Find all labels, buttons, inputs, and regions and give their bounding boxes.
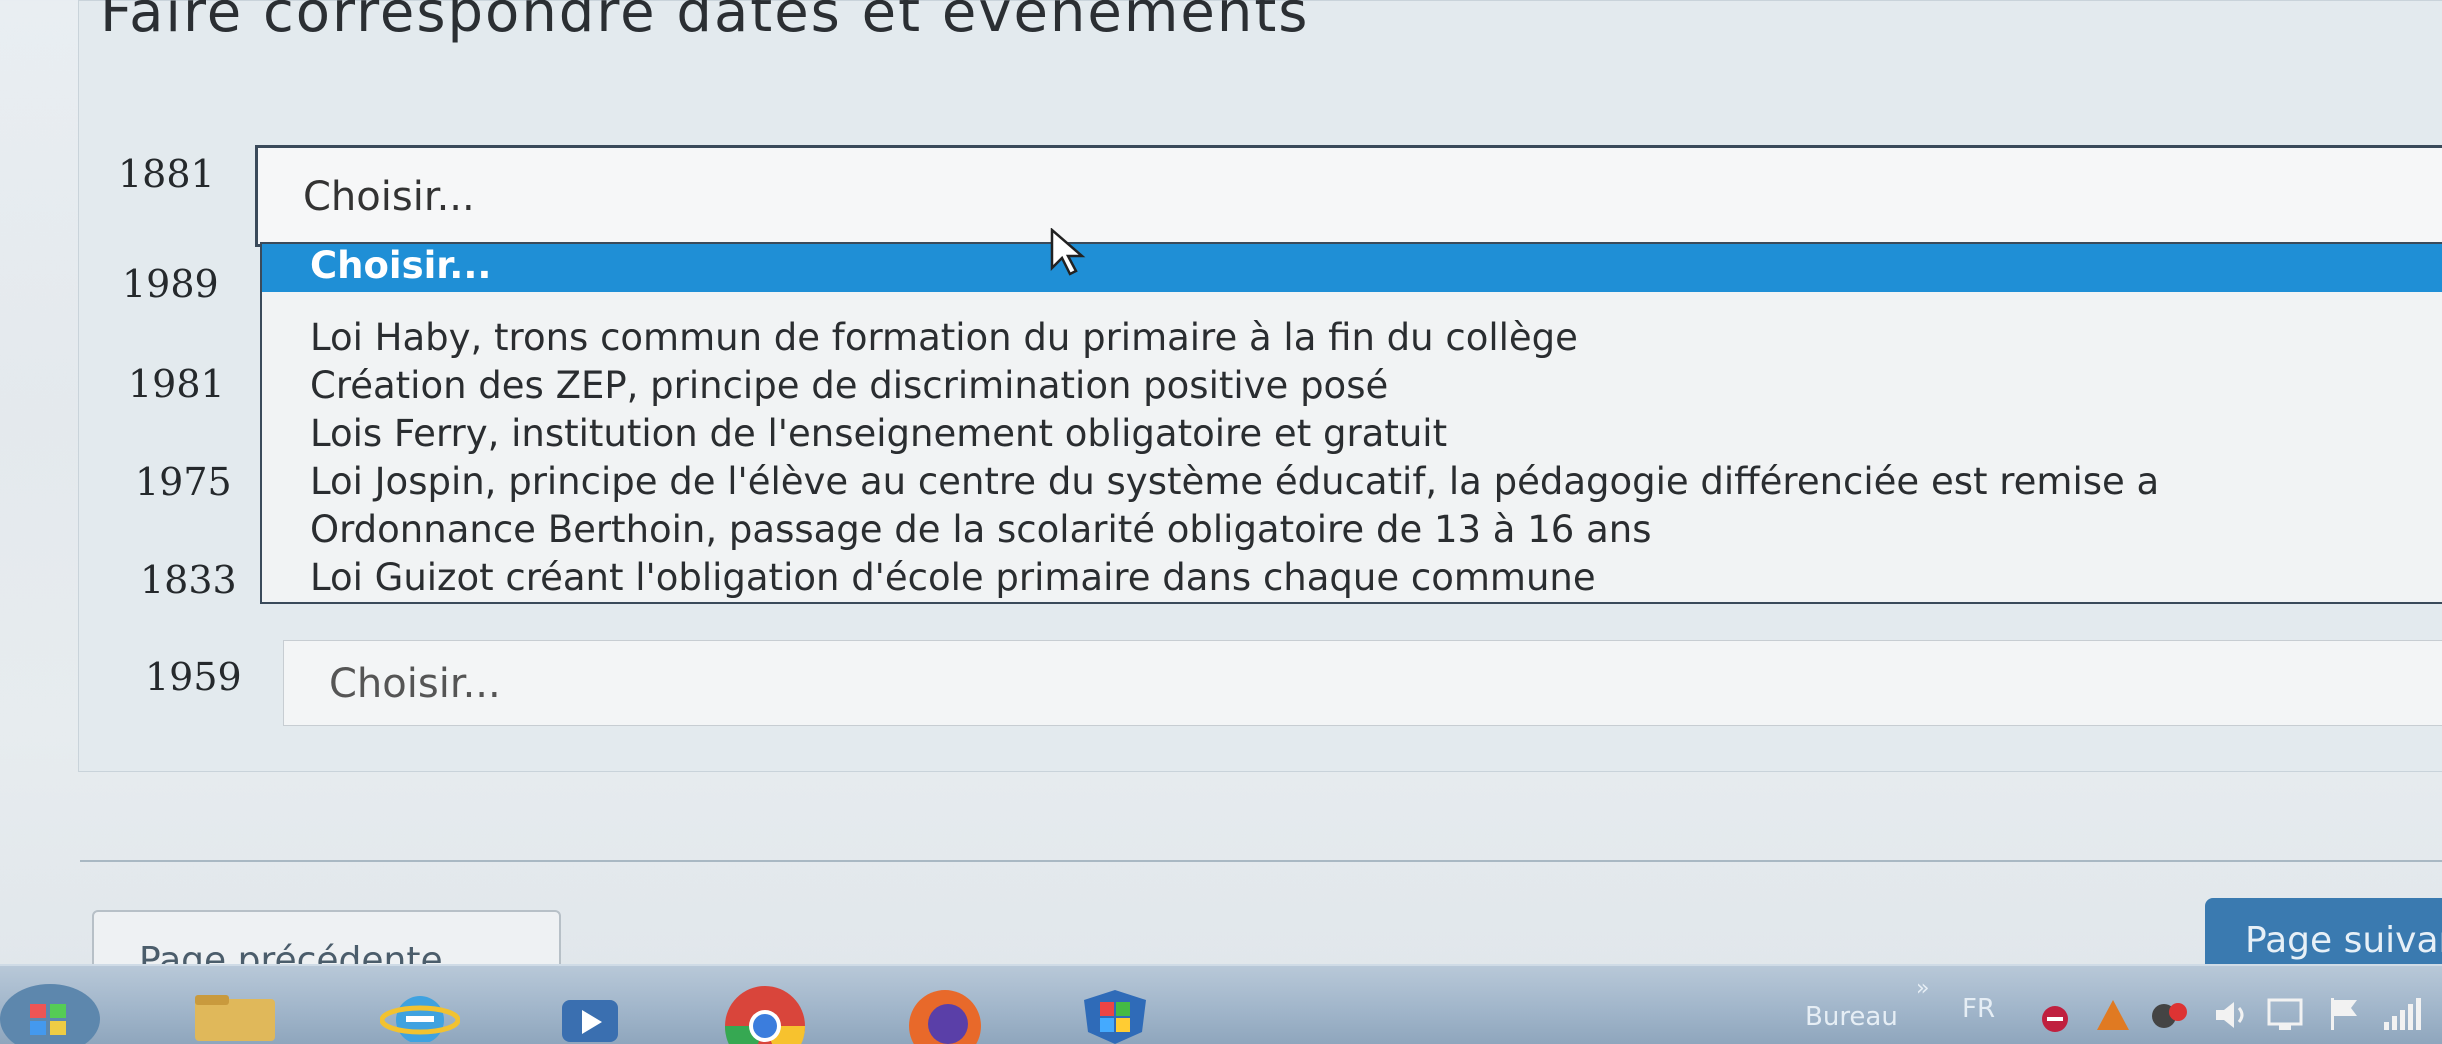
security-shield-icon[interactable] bbox=[1080, 988, 1150, 1044]
row-year: 1989 bbox=[122, 262, 219, 306]
desktop-toolbar-label[interactable]: Bureau bbox=[1805, 1002, 1898, 1032]
signal-strength-icon[interactable] bbox=[2380, 996, 2424, 1032]
mouse-cursor-icon bbox=[1050, 228, 1086, 276]
row-year: 1975 bbox=[135, 460, 232, 504]
media-player-icon[interactable] bbox=[560, 996, 620, 1042]
tray-warning-icon[interactable] bbox=[2095, 998, 2131, 1032]
dropdown-option[interactable]: Loi Haby, trons commun de formation du p… bbox=[262, 316, 2442, 364]
display-settings-icon[interactable] bbox=[2265, 996, 2305, 1032]
internet-explorer-icon[interactable] bbox=[380, 986, 460, 1042]
chrome-icon[interactable] bbox=[720, 986, 810, 1044]
event-select-1959[interactable]: Choisir... bbox=[283, 640, 2442, 726]
toolbar-expand-chevron[interactable]: » bbox=[1916, 976, 1929, 1001]
action-center-flag-icon[interactable] bbox=[2325, 994, 2365, 1032]
row-year: 1959 bbox=[145, 655, 242, 699]
row-year: 1881 bbox=[118, 152, 215, 196]
firefox-icon[interactable] bbox=[900, 988, 990, 1044]
windows-start-icon[interactable] bbox=[0, 974, 110, 1044]
tray-network-icon[interactable] bbox=[2150, 998, 2190, 1032]
event-select-1881[interactable]: Choisir... bbox=[255, 145, 2442, 247]
dropdown-option[interactable]: Loi Guizot créant l'obligation d'école p… bbox=[262, 556, 2442, 602]
dropdown-option-selected[interactable]: Choisir... bbox=[262, 244, 2442, 292]
row-year: 1833 bbox=[140, 558, 237, 602]
dropdown-option[interactable]: Loi Jospin, principe de l'élève au centr… bbox=[262, 460, 2442, 508]
select-value: Choisir... bbox=[329, 661, 501, 707]
language-indicator[interactable]: FR bbox=[1962, 994, 1995, 1024]
page-title: Faire correspondre dates et événements bbox=[100, 0, 1310, 45]
windows-taskbar: Bureau » FR bbox=[0, 964, 2442, 1044]
file-explorer-icon[interactable] bbox=[190, 991, 280, 1041]
section-divider bbox=[80, 860, 2442, 862]
dropdown-option[interactable]: Lois Ferry, institution de l'enseignemen… bbox=[262, 412, 2442, 460]
tray-app-icon[interactable] bbox=[2040, 1004, 2070, 1034]
dropdown-option[interactable]: Ordonnance Berthoin, passage de la scola… bbox=[262, 508, 2442, 556]
row-year: 1981 bbox=[128, 362, 225, 406]
select-value: Choisir... bbox=[303, 174, 475, 220]
volume-icon[interactable] bbox=[2212, 998, 2252, 1032]
event-dropdown-list: Choisir... Loi Haby, trons commun de for… bbox=[260, 242, 2442, 604]
dropdown-option[interactable]: Création des ZEP, principe de discrimina… bbox=[262, 364, 2442, 412]
